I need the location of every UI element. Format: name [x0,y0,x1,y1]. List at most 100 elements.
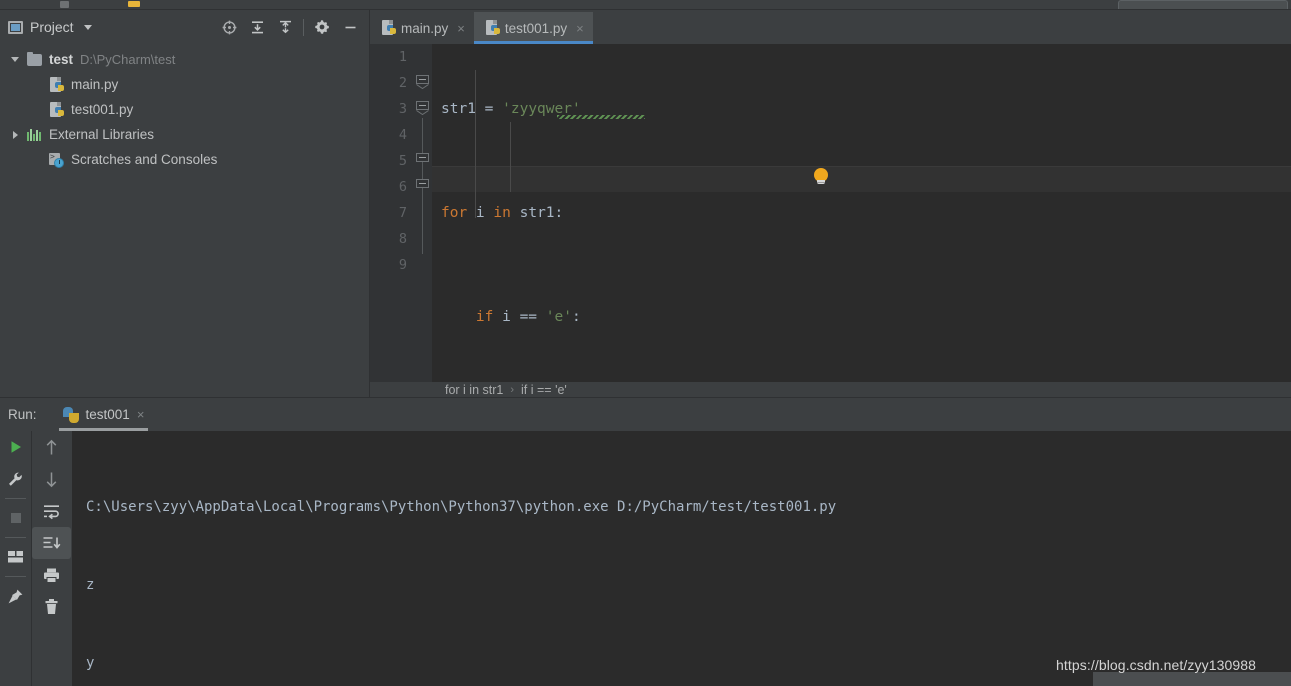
fold-marker-icon[interactable] [416,75,429,89]
token-string: 'e' [545,309,572,325]
watermark-text: https://blog.csdn.net/zyy130988 [1056,657,1257,673]
python-file-icon [48,76,66,93]
wrench-icon[interactable] [0,463,31,495]
toolbar-divider [5,537,26,538]
tree-item-path: D:\PyCharm\test [80,52,176,67]
project-toolbar [215,14,370,40]
scratches-icon [48,152,66,168]
arrow-up-icon[interactable] [32,431,71,463]
tree-item-test[interactable]: test D:\PyCharm\test [0,47,370,72]
line-number: 1 [398,49,407,65]
project-title-button[interactable]: Project [0,19,92,35]
line-number: 3 [398,101,407,117]
tree-item-main-py[interactable]: main.py [0,72,370,97]
run-icon[interactable] [0,431,31,463]
project-panel-header: Project [0,10,370,44]
run-tab-label: test001 [85,407,130,422]
fold-marker-icon[interactable] [416,179,429,191]
close-icon[interactable]: × [576,22,584,35]
breadcrumb-item-for[interactable]: for i in str1 [445,383,503,397]
close-icon[interactable]: × [137,407,145,422]
tab-label: main.py [401,20,449,36]
tree-item-label: Scratches and Consoles [71,152,218,167]
tab-main-py[interactable]: main.py × [370,12,474,44]
fold-marker-icon[interactable] [416,153,429,165]
run-console-toolbar [32,431,71,686]
toolbar-divider [303,18,304,36]
expand-all-icon[interactable] [243,14,271,40]
print-icon[interactable] [32,559,71,591]
expand-twisty-icon[interactable] [4,57,26,62]
code-line-3: if i == 'e': [432,304,1291,330]
chevron-down-icon[interactable] [83,24,92,30]
scroll-to-end-icon[interactable] [32,527,71,559]
tree-item-label: main.py [71,77,119,92]
console-line: z [86,577,95,593]
line-number: 9 [398,257,407,273]
tree-item-label: test [49,52,74,67]
tree-item-test001-py[interactable]: test001.py [0,97,370,122]
soft-wrap-icon[interactable] [32,495,71,527]
trash-icon[interactable] [32,591,71,623]
code-line-1: str1 = 'zyyqwer' [432,96,1291,122]
token-keyword-for: for [441,205,468,221]
line-number: 2 [398,75,407,91]
window-icon [60,1,69,8]
code-editor[interactable]: 1 2 3 4 5 6 7 8 9 str1 = 'zyyqwer' for i… [370,44,1291,382]
token-keyword-in: in [493,205,511,221]
run-left-toolbar [0,431,31,686]
python-file-icon [484,20,500,36]
breadcrumb-item-if[interactable]: if i == 'e' [521,383,567,397]
console-line: C:\Users\zyy\AppData\Local\Programs\Pyth… [86,499,837,515]
console-output[interactable]: C:\Users\zyy\AppData\Local\Programs\Pyth… [72,431,1291,686]
close-icon[interactable]: × [457,22,465,35]
line-number-gutter: 1 2 3 4 5 6 7 8 9 [370,44,413,382]
run-panel-body: C:\Users\zyy\AppData\Local\Programs\Pyth… [0,431,1291,686]
arrow-down-icon[interactable] [32,463,71,495]
tree-item-external-libraries[interactable]: External Libraries [0,122,370,147]
token-var: str1 [441,101,476,117]
tree-item-label: External Libraries [49,127,155,142]
locate-icon[interactable] [215,14,243,40]
editor-tab-bar: main.py × test001.py × [370,10,1291,44]
run-tab-test001[interactable]: test001 × [55,400,153,431]
line-number: 7 [398,205,407,221]
code-line-2: for i in str1: [432,200,1291,226]
project-tree: test D:\PyCharm\test main.py test001.py … [0,44,370,398]
project-view-icon [8,20,23,34]
toolbar-divider [5,576,26,577]
fold-gutter [413,44,432,382]
token-assign: = [475,101,503,117]
tab-test001-py[interactable]: test001.py × [473,12,593,44]
pin-icon[interactable] [0,580,31,612]
python-file-icon [380,20,396,36]
python-icon [62,406,79,423]
folder-glyph-icon [128,1,140,7]
line-number: 4 [398,127,407,143]
layout-icon[interactable] [0,541,31,573]
settings-gear-icon[interactable] [308,14,336,40]
collapse-twisty-icon[interactable] [4,130,26,139]
line-number: 5 [398,153,407,169]
run-panel-header: Run: test001 × [0,398,1291,431]
run-panel: Run: test001 × C:\Users\zyy\AppData\Loca… [0,398,1291,686]
library-icon [26,127,44,143]
token-plain: str1: [510,205,564,221]
breadcrumb-separator-icon: › [510,384,515,396]
run-label: Run: [8,407,37,422]
token-plain: i [467,205,494,221]
token-plain: i == [493,309,546,325]
fold-marker-icon[interactable] [416,101,429,115]
token-keyword-if: if [475,309,494,325]
code-content[interactable]: str1 = 'zyyqwer' for i in str1: if i == … [432,44,1291,382]
project-panel-label: Project [30,19,74,35]
minimize-icon[interactable] [336,14,364,40]
folder-icon [26,51,44,68]
line-number: 6 [398,179,407,195]
toolbar-divider [5,498,26,499]
collapse-all-icon[interactable] [271,14,299,40]
stop-icon[interactable] [0,502,31,534]
spellcheck-squiggle [557,115,645,119]
tree-item-scratches-and-consoles[interactable]: Scratches and Consoles [0,147,370,172]
